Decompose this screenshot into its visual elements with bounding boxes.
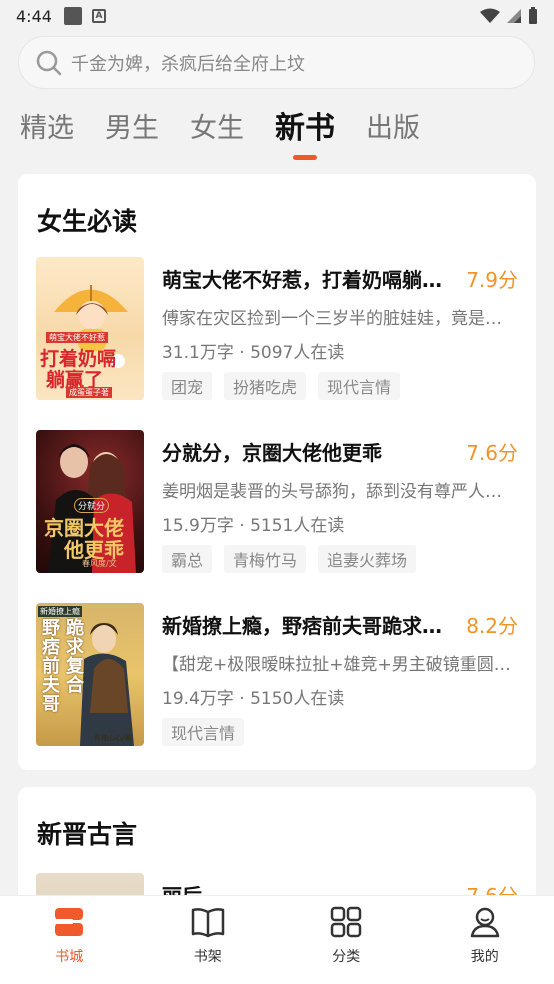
- book-tag[interactable]: 现代言情: [318, 372, 401, 400]
- battery-icon: [529, 7, 537, 24]
- wifi-icon: [480, 8, 500, 23]
- tab-published[interactable]: 出版: [366, 106, 420, 147]
- bookshelf-icon: [191, 908, 224, 938]
- signal-icon: [507, 9, 521, 23]
- cover-small-title: 萌宝大佬不好惹: [46, 332, 108, 343]
- cover-author: 春风度/文: [82, 559, 117, 568]
- book-tags: 现代言情: [162, 718, 245, 746]
- book-cover[interactable]: 萌宝大佬不好惹 打着奶嗝 躺赢了 成蛋蛋子著: [36, 257, 144, 400]
- nav-category[interactable]: 分类: [277, 896, 416, 984]
- book-tag[interactable]: 现代言情: [162, 718, 245, 746]
- profile-icon: [470, 907, 499, 938]
- search-bar[interactable]: 千金为婢，杀疯后给全府上坟: [18, 36, 535, 89]
- app-notification-icon: A: [91, 9, 106, 23]
- nav-label: 分类: [332, 949, 361, 965]
- book-tags: 团宠 扮猪吃虎 现代言情: [162, 372, 401, 400]
- book-description: 【甜宠+极限暧昧拉扯+雄竞+男主破镜重圆+追妻】: [162, 655, 518, 675]
- nav-label: 书城: [55, 949, 84, 965]
- book-meta: 31.1万字 · 5097人在读: [162, 343, 345, 363]
- cover-small-title: 新婚撩上瘾: [38, 606, 82, 617]
- book-tags: 霸总 青梅竹马 追妻火葬场: [162, 545, 417, 573]
- book-title[interactable]: 分就分，京圈大佬他更乖: [162, 437, 442, 466]
- cover-author: 青柚心心/著: [94, 734, 132, 742]
- book-score: 7.6分: [466, 441, 518, 465]
- book-meta: 19.4万字 · 5150人在读: [162, 689, 345, 709]
- status-time: 4:44: [16, 6, 52, 26]
- search-placeholder: 千金为婢，杀疯后给全府上坟: [71, 53, 305, 75]
- bookstore-icon: [55, 908, 84, 936]
- nav-label: 书架: [193, 949, 222, 965]
- nav-bookstore[interactable]: 书城: [0, 896, 139, 984]
- book-item[interactable]: 萌宝大佬不好惹 打着奶嗝 躺赢了 成蛋蛋子著 萌宝大佬不好惹，打着奶嗝躺赢了 7…: [36, 257, 518, 401]
- tab-female[interactable]: 女生: [190, 106, 244, 147]
- cover-author: 成蛋蛋子著: [66, 387, 112, 398]
- book-cover[interactable]: 新婚撩上瘾 野痞前夫哥 跪求复合 青柚心心/著: [36, 603, 144, 746]
- book-title[interactable]: 萌宝大佬不好惹，打着奶嗝躺赢了: [162, 264, 442, 293]
- book-item[interactable]: 分就分 京圈大佬 他更乖 春风度/文 分就分，京圈大佬他更乖 7.6分 姜明烟是…: [36, 430, 518, 574]
- book-tag[interactable]: 追妻火葬场: [318, 545, 417, 573]
- book-score: 7.9分: [466, 268, 518, 292]
- book-tag[interactable]: 团宠: [162, 372, 213, 400]
- notification-icon: [63, 7, 82, 25]
- tab-featured[interactable]: 精选: [20, 106, 74, 147]
- book-score: 8.2分: [466, 614, 518, 638]
- book-tag[interactable]: 扮猪吃虎: [224, 372, 307, 400]
- section-card-female-must-read: 女生必读 萌宝大佬不好惹 打着奶嗝 躺赢了 成蛋蛋子著 萌宝大佬不好惹，打着奶嗝…: [18, 174, 536, 770]
- book-cover[interactable]: 分就分 京圈大佬 他更乖 春风度/文: [36, 430, 144, 573]
- tab-male[interactable]: 男生: [105, 106, 159, 147]
- book-tag[interactable]: 青梅竹马: [224, 545, 307, 573]
- book-meta: 15.9万字 · 5151人在读: [162, 516, 345, 536]
- nav-bookshelf[interactable]: 书架: [139, 896, 278, 984]
- tab-new-books[interactable]: 新书: [275, 103, 335, 147]
- cover-title-line1: 野痞前夫哥: [42, 618, 60, 715]
- book-title[interactable]: 新婚撩上瘾，野痞前夫哥跪求复合: [162, 610, 442, 639]
- bottom-navigation: 书城 书架 分类 我的: [0, 895, 554, 984]
- category-icon: [331, 906, 362, 938]
- book-item[interactable]: 新婚撩上瘾 野痞前夫哥 跪求复合 青柚心心/著 新婚撩上瘾，野痞前夫哥跪求复合 …: [36, 603, 518, 747]
- nav-profile[interactable]: 我的: [416, 896, 554, 984]
- status-bar: 4:44 A: [0, 0, 554, 32]
- book-description: 傅家在灾区捡到一个三岁半的脏娃娃，竟是亲生女儿: [162, 309, 518, 329]
- nav-label: 我的: [470, 949, 499, 965]
- book-tag[interactable]: 霸总: [162, 545, 213, 573]
- section-title: 女生必读: [37, 207, 138, 236]
- cover-title-line2: 跪求复合: [66, 618, 84, 696]
- category-tabs: 精选 男生 女生 新书 出版: [20, 106, 451, 147]
- search-icon: [36, 50, 62, 75]
- section-title: 新晋古言: [37, 820, 138, 849]
- cover-small-title: 分就分: [74, 498, 110, 513]
- book-description: 姜明烟是裴晋的头号舔狗，舔到没有尊严人尽皆知: [162, 482, 518, 502]
